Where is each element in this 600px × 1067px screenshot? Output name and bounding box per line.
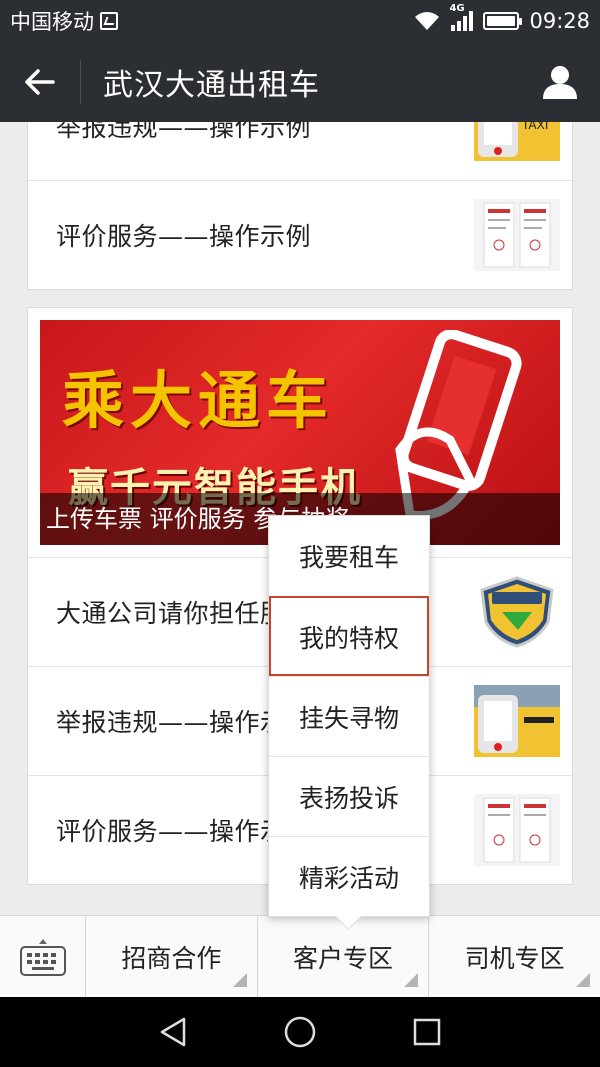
app-header: 武汉大通出租车 <box>0 42 600 122</box>
network-type-label: 4G <box>449 3 465 14</box>
arrow-left-icon <box>25 69 55 95</box>
profile-button[interactable] <box>520 42 600 122</box>
menu-item-rent-car[interactable]: 我要租车 <box>269 516 429 596</box>
banner-headline: 乘大通车 <box>62 364 335 437</box>
shield-badge-thumbnail <box>474 576 560 648</box>
taxi-photo-thumbnail: TAXI <box>474 122 560 161</box>
image-notification-icon <box>100 12 118 30</box>
menu-tab-driver[interactable]: 司机专区 <box>429 916 600 997</box>
news-card-top: 举报违规——操作示例 TAXI 评价服务——操作示例 <box>27 122 573 290</box>
status-bar: 中国移动 4G 09:28 <box>0 0 600 42</box>
keyboard-icon <box>19 939 66 976</box>
svg-text:TAXI: TAXI <box>521 122 548 132</box>
menu-tab-business[interactable]: 招商合作 <box>86 916 258 997</box>
battery-icon <box>483 12 523 30</box>
page-title: 武汉大通出租车 <box>103 68 320 103</box>
bottom-menu: 招商合作 客户专区 司机专区 <box>0 915 600 998</box>
submenu-indicator-icon <box>576 973 591 987</box>
menu-item-my-privileges[interactable]: 我的特权 <box>269 596 429 676</box>
promo-banner[interactable]: 乘大通车 赢千元智能手机 上传车票 评价服务 参与抽奖 <box>40 320 560 545</box>
submenu-indicator-icon <box>404 973 419 987</box>
carrier-name: 中国移动 <box>10 10 94 34</box>
menu-tab-customer[interactable]: 客户专区 <box>258 916 430 997</box>
keyboard-toggle-button[interactable] <box>0 916 86 998</box>
cell-signal-icon: 4G <box>449 3 474 31</box>
menu-item-events[interactable]: 精彩活动 <box>269 836 429 916</box>
wifi-icon <box>415 12 440 30</box>
menu-item-lost-and-found[interactable]: 挂失寻物 <box>269 676 429 756</box>
system-nav-bar <box>0 997 600 1067</box>
back-button[interactable] <box>0 42 80 122</box>
taxi-photo-thumbnail <box>474 685 560 757</box>
receipt-thumbnail <box>474 199 560 271</box>
menu-item-praise-complaint[interactable]: 表扬投诉 <box>269 756 429 836</box>
recents-square-icon[interactable] <box>412 1017 442 1047</box>
list-item[interactable]: 评价服务——操作示例 <box>28 180 572 289</box>
clock: 09:28 <box>529 9 590 33</box>
person-icon <box>543 66 577 99</box>
receipt-thumbnail <box>474 794 560 866</box>
list-item[interactable]: 举报违规——操作示例 TAXI <box>28 122 572 180</box>
home-circle-icon[interactable] <box>283 1015 317 1049</box>
submenu-indicator-icon <box>232 973 247 987</box>
header-divider <box>80 60 81 104</box>
customer-zone-submenu: 我要租车 我的特权 挂失寻物 表扬投诉 精彩活动 <box>268 515 430 917</box>
back-triangle-icon[interactable] <box>158 1016 188 1048</box>
